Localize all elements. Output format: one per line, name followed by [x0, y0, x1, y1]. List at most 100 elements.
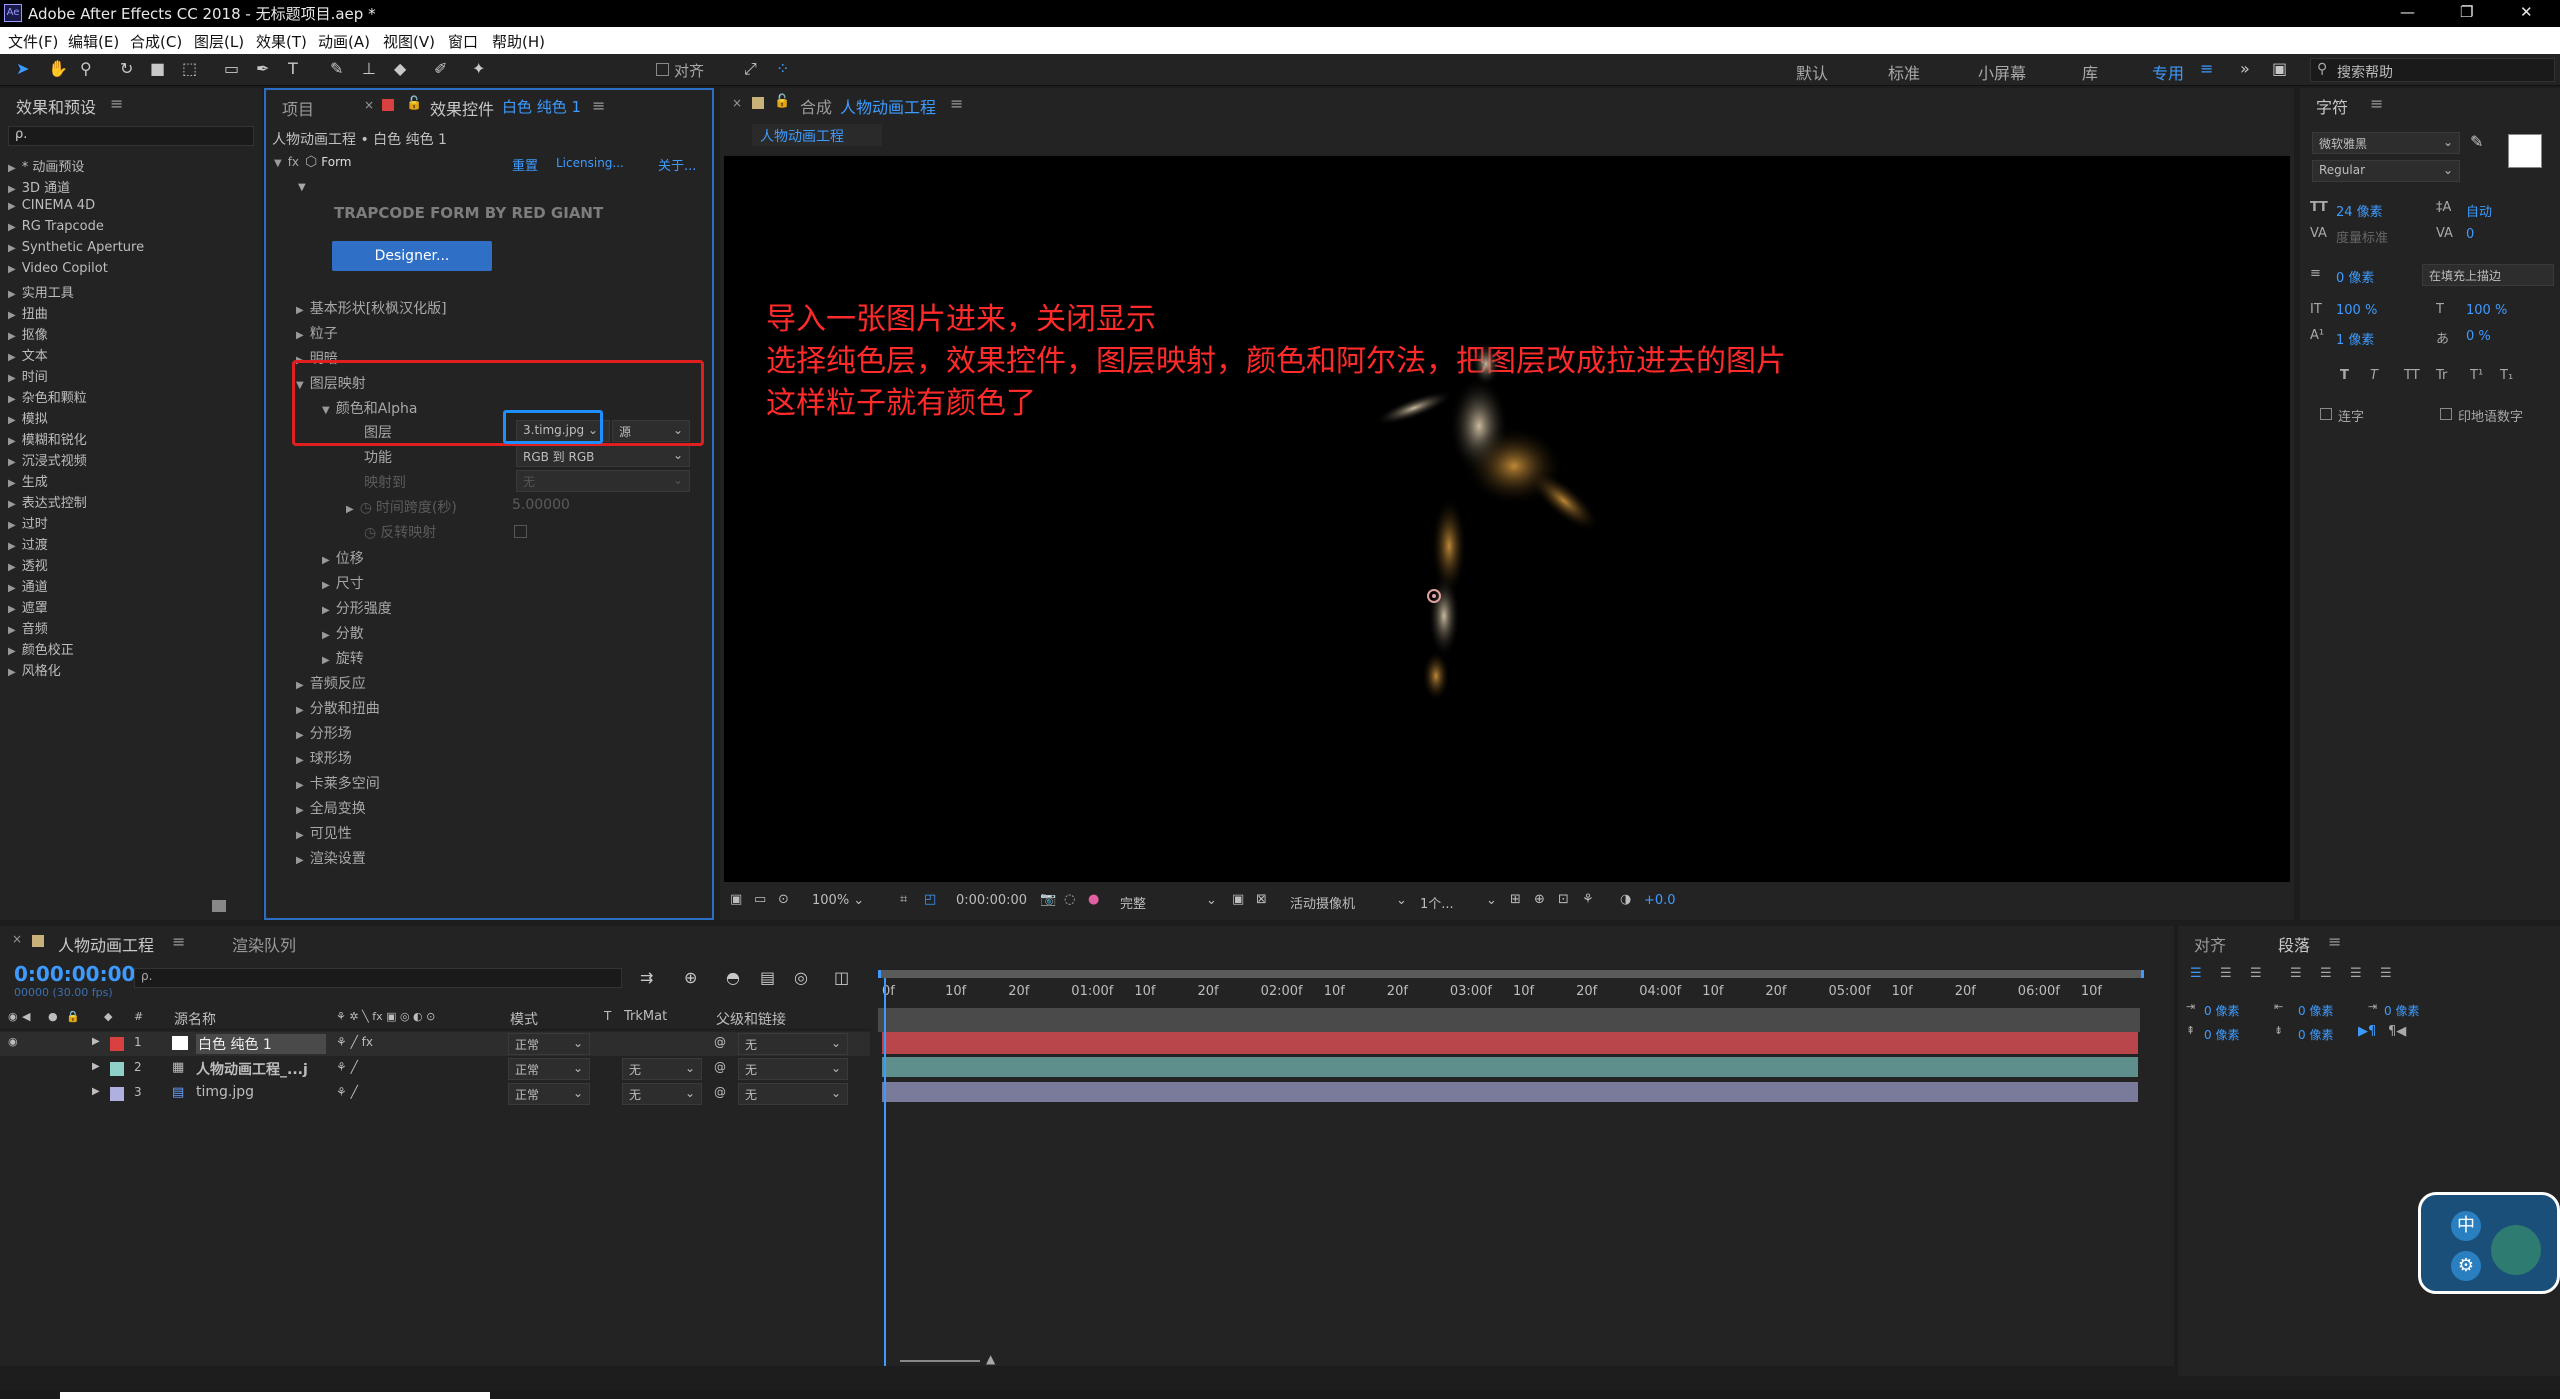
- function-dropdown[interactable]: RGB 到 RGB ⌄: [516, 445, 690, 467]
- indent-right-value[interactable]: 0 像素: [2298, 1002, 2333, 1019]
- stroke-width-value[interactable]: 0 像素: [2336, 267, 2374, 286]
- property-group[interactable]: ▶ 分散: [322, 623, 364, 643]
- eraser-tool-icon[interactable]: ◆: [394, 59, 406, 78]
- layer-switches[interactable]: ⚘ ╱: [336, 1060, 358, 1074]
- blend-mode-dropdown[interactable]: 正常 ⌄: [508, 1033, 590, 1055]
- property-group[interactable]: ▶ 卡莱多空间: [296, 773, 380, 793]
- stroke-mode-dropdown[interactable]: 在填充上描边: [2422, 264, 2554, 286]
- ligature-checkbox[interactable]: [2320, 408, 2332, 420]
- menu-composition[interactable]: 合成(C): [130, 31, 182, 52]
- effect-category[interactable]: ▶ 颜色校正: [8, 639, 74, 658]
- tab-close-icon[interactable]: ×: [12, 932, 22, 946]
- justify-right-icon[interactable]: ☰: [2350, 966, 2362, 981]
- layer-name[interactable]: timg.jpg: [196, 1084, 254, 1100]
- frame-blending-icon[interactable]: ▤: [760, 968, 775, 987]
- effect-category[interactable]: ▶ 遮罩: [8, 597, 48, 616]
- expand-layer-icon[interactable]: ▶: [92, 1061, 100, 1072]
- subscript-button[interactable]: T₁: [2500, 368, 2513, 383]
- rtl-direction-icon[interactable]: ¶◀: [2388, 1024, 2406, 1039]
- align-right-icon[interactable]: ☰: [2250, 966, 2262, 981]
- justify-all-icon[interactable]: ☰: [2380, 966, 2392, 981]
- layer-label-color[interactable]: [110, 1062, 124, 1076]
- work-area-bar[interactable]: [878, 970, 2144, 978]
- zoom-slider[interactable]: [900, 1360, 980, 1362]
- menu-window[interactable]: 窗口: [448, 31, 478, 52]
- toggle-view-icon[interactable]: ⊞: [1510, 892, 1521, 907]
- collapse-triangle-icon[interactable]: ▼: [298, 182, 306, 193]
- reset-exposure-icon[interactable]: ⊡: [1558, 892, 1569, 907]
- grid-snap-icon[interactable]: ⁘: [776, 59, 789, 78]
- fill-color-swatch[interactable]: [2508, 134, 2542, 168]
- effect-category[interactable]: ▶ 过渡: [8, 534, 48, 553]
- faux-italic-button[interactable]: T: [2370, 368, 2378, 383]
- quality-dropdown[interactable]: 完整: [1120, 893, 1146, 912]
- effect-category[interactable]: ▶ * 动画预设: [8, 156, 84, 175]
- all-caps-button[interactable]: TT: [2404, 368, 2420, 383]
- effect-category[interactable]: ▶ RG Trapcode: [8, 219, 104, 234]
- small-caps-button[interactable]: Tr: [2436, 368, 2447, 383]
- comp-timecode[interactable]: 0:00:00:00: [956, 893, 1027, 908]
- tracking-value[interactable]: 0: [2466, 227, 2474, 242]
- trkmat-dropdown[interactable]: 无 ⌄: [622, 1058, 702, 1080]
- effect-category[interactable]: ▶ 通道: [8, 576, 48, 595]
- font-size-value[interactable]: 24 像素: [2336, 201, 2383, 220]
- comp-navigator-chip[interactable]: 人物动画工程: [752, 124, 882, 146]
- tab-close-icon[interactable]: ×: [364, 98, 374, 112]
- hindi-digits-checkbox[interactable]: [2440, 408, 2452, 420]
- property-group[interactable]: ▶ 可见性: [296, 823, 352, 843]
- tab-close-icon[interactable]: ×: [732, 96, 742, 110]
- expand-layer-icon[interactable]: ▶: [92, 1036, 100, 1047]
- effect-category[interactable]: ▶ 透视: [8, 555, 48, 574]
- effect-category[interactable]: ▶ CINEMA 4D: [8, 198, 95, 213]
- menu-view[interactable]: 视图(V): [383, 31, 435, 52]
- font-style-dropdown[interactable]: Regular ⌄: [2312, 160, 2460, 182]
- parent-dropdown[interactable]: 无 ⌄: [738, 1033, 848, 1055]
- transparency-grid-icon[interactable]: ▣: [1232, 892, 1244, 907]
- layer-bar[interactable]: [882, 1057, 2138, 1077]
- property-group[interactable]: ▶ 位移: [322, 548, 364, 568]
- workspace-small-screen[interactable]: 小屏幕: [1978, 60, 2026, 84]
- effects-search-input[interactable]: ρ.: [8, 126, 254, 146]
- vertical-scale-value[interactable]: 100 %: [2336, 303, 2377, 318]
- mode-header[interactable]: 模式: [510, 1009, 538, 1029]
- workspace-custom[interactable]: 专用: [2152, 60, 2184, 84]
- effect-header-form[interactable]: ▼ fx ⬡ Form: [274, 154, 352, 170]
- trkmat-dropdown[interactable]: 无 ⌄: [622, 1083, 702, 1105]
- property-group[interactable]: ▶ 旋转: [322, 648, 364, 668]
- camera-tool-icon[interactable]: ■: [150, 59, 165, 78]
- hand-tool-icon[interactable]: ✋: [48, 59, 68, 78]
- composition-viewer[interactable]: 导入一张图片进来，关闭显示 选择纯色层，效果控件，图层映射，颜色和阿尔法，把图层…: [724, 156, 2290, 882]
- roto-brush-tool-icon[interactable]: ✐: [434, 59, 447, 78]
- workspace-default[interactable]: 默认: [1796, 60, 1828, 84]
- type-tool-icon[interactable]: T: [288, 59, 298, 78]
- more-workspaces-icon[interactable]: »: [2240, 59, 2250, 78]
- resolution-icon[interactable]: ⌗: [900, 892, 907, 907]
- effect-category[interactable]: ▶ 过时: [8, 513, 48, 532]
- property-group[interactable]: ▶ 尺寸: [322, 573, 364, 593]
- font-family-dropdown[interactable]: 微软雅黑 ⌄: [2312, 132, 2460, 154]
- property-group[interactable]: ▶ 球形场: [296, 748, 352, 768]
- new-folder-icon[interactable]: [212, 900, 226, 912]
- expand-layer-icon[interactable]: ▶: [92, 1086, 100, 1097]
- rectangle-tool-icon[interactable]: ▭: [224, 59, 239, 78]
- parent-pickwhip-icon[interactable]: @: [714, 1035, 726, 1049]
- timeline-search-input[interactable]: ρ.: [134, 968, 622, 988]
- 3d-reference-icon[interactable]: ⊕: [1534, 892, 1545, 907]
- indent-left-value[interactable]: 0 像素: [2204, 1002, 2239, 1019]
- justify-center-icon[interactable]: ☰: [2320, 966, 2332, 981]
- character-title[interactable]: 字符: [2316, 94, 2348, 118]
- tab-timeline[interactable]: 人物动画工程: [58, 932, 154, 956]
- snapshot-icon[interactable]: 📷: [1040, 892, 1056, 907]
- layer-row[interactable]: ▶ 2 ▦ 人物动画工程_...j ⚘ ╱ 正常 ⌄ 无 ⌄ @ 无 ⌄: [0, 1057, 870, 1081]
- blend-mode-dropdown[interactable]: 正常 ⌄: [508, 1058, 590, 1080]
- pen-tool-icon[interactable]: ✒: [256, 59, 269, 78]
- horizontal-scale-value[interactable]: 100 %: [2466, 303, 2507, 318]
- effect-category[interactable]: ▶ Video Copilot: [8, 261, 108, 276]
- designer-button[interactable]: Designer...: [332, 241, 492, 271]
- menu-effect[interactable]: 效果(T): [256, 31, 307, 52]
- views-dropdown-arrow[interactable]: ⌄: [1486, 893, 1497, 908]
- tab-composition-name[interactable]: 人物动画工程: [840, 94, 936, 118]
- close-button[interactable]: ✕: [2520, 3, 2533, 21]
- puppet-tool-icon[interactable]: ✦: [472, 59, 485, 78]
- fast-preview-icon[interactable]: ⊠: [1256, 892, 1267, 907]
